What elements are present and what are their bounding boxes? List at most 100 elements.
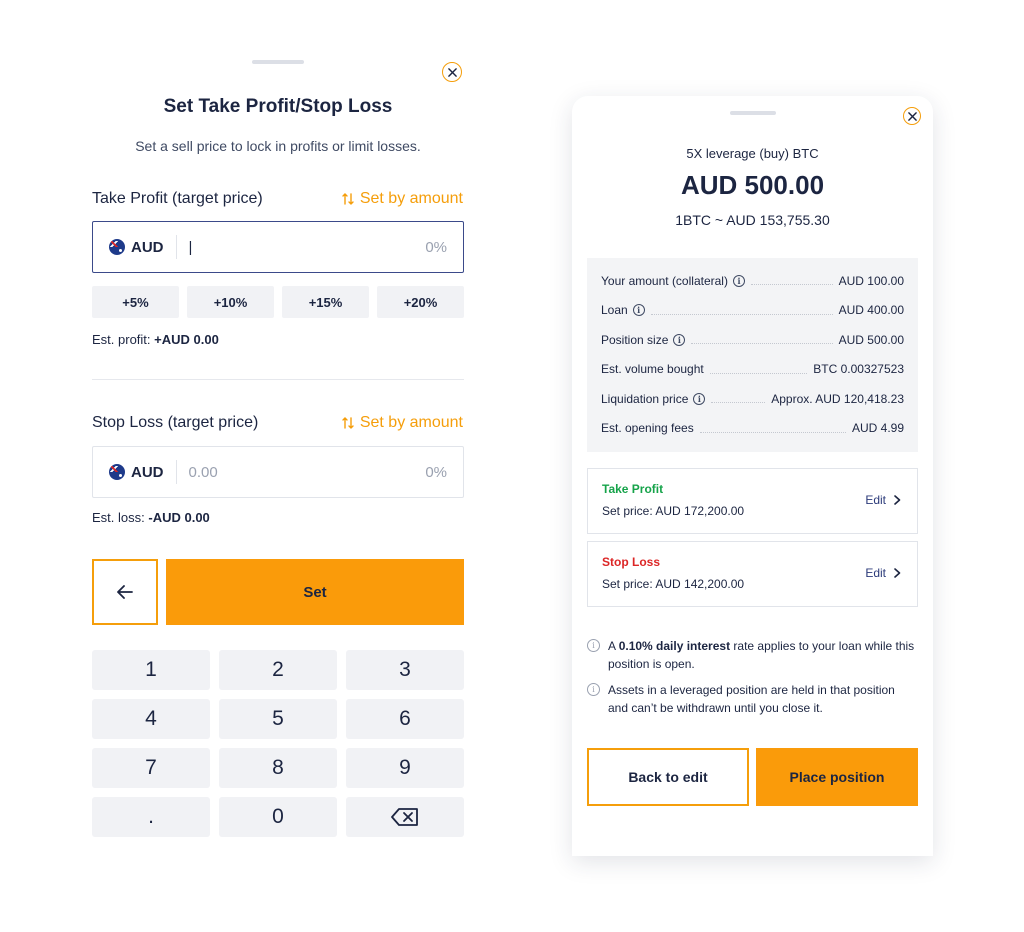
summary-value: Approx. AUD 120,418.23: [771, 391, 904, 406]
currency-selector: AUD: [109, 235, 177, 259]
take-profit-input[interactable]: AUD | 0%: [92, 221, 464, 273]
summary-value: AUD 100.00: [838, 273, 904, 288]
interest-note: i A 0.10% daily interest rate applies to…: [587, 637, 918, 673]
stop-loss-title: Stop Loss: [602, 555, 661, 569]
swap-icon: [342, 417, 354, 429]
summary-row: Your amount (collateral) i AUD 100.00: [601, 266, 904, 296]
est-profit: Est. profit: +AUD 0.00: [92, 332, 219, 347]
summary-value: AUD 500.00: [838, 332, 904, 347]
summary-label: Position size: [601, 332, 669, 347]
position-type: 5X leverage (buy) BTC: [686, 146, 819, 161]
edit-label: Edit: [865, 493, 886, 507]
chevron-right-icon: [894, 495, 901, 505]
arrow-left-icon: [117, 585, 133, 599]
key-7[interactable]: 7: [92, 748, 210, 788]
close-button[interactable]: [903, 107, 921, 125]
summary-label: Your amount (collateral): [601, 273, 728, 288]
est-loss-label: Est. loss:: [92, 510, 145, 525]
back-to-edit-button[interactable]: Back to edit: [587, 748, 749, 806]
info-icon[interactable]: i: [732, 274, 745, 287]
australia-flag-icon: [109, 239, 125, 255]
summary-row: Loan i AUD 400.00: [601, 296, 904, 326]
edit-stop-loss-button[interactable]: Edit: [865, 566, 901, 580]
set-button[interactable]: Set: [166, 559, 464, 625]
info-icon: i: [587, 683, 600, 696]
swap-icon: [342, 193, 354, 205]
key-5[interactable]: 5: [219, 699, 337, 739]
summary-label: Loan: [601, 303, 628, 318]
summary-label: Liquidation price: [601, 391, 689, 406]
chip-20-percent[interactable]: +20%: [377, 286, 464, 318]
key-decimal[interactable]: .: [92, 797, 210, 837]
section-divider: [92, 379, 464, 380]
key-3[interactable]: 3: [346, 650, 464, 690]
chip-10-percent[interactable]: +10%: [187, 286, 274, 318]
est-loss: Est. loss: -AUD 0.00: [92, 510, 210, 525]
withdraw-note: i Assets in a leveraged position are hel…: [587, 681, 918, 717]
close-icon: [447, 67, 457, 77]
take-profit-label: Take Profit (target price): [92, 190, 263, 207]
page-subtitle: Set a sell price to lock in profits or l…: [135, 138, 421, 154]
info-icon[interactable]: i: [632, 304, 645, 317]
chip-15-percent[interactable]: +15%: [282, 286, 369, 318]
take-profit-price: Set price: AUD 172,200.00: [602, 504, 745, 518]
stop-loss-value[interactable]: 0.00: [177, 464, 426, 481]
backspace-icon: [391, 808, 418, 826]
take-profit-value[interactable]: |: [177, 239, 426, 256]
stop-loss-card[interactable]: Stop Loss Set price: AUD 142,200.00 Edit: [587, 541, 918, 607]
stop-loss-input[interactable]: AUD 0.00 0%: [92, 446, 464, 498]
key-6[interactable]: 6: [346, 699, 464, 739]
key-backspace[interactable]: [346, 797, 464, 837]
summary-row: Est. opening fees AUD 4.99: [601, 414, 904, 444]
est-loss-value: -AUD 0.00: [148, 510, 210, 525]
key-2[interactable]: 2: [219, 650, 337, 690]
summary-row: Liquidation price i Approx. AUD 120,418.2…: [601, 384, 904, 414]
summary-value: BTC 0.00327523: [813, 362, 904, 377]
chip-5-percent[interactable]: +5%: [92, 286, 179, 318]
stop-loss-label: Stop Loss (target price): [92, 414, 259, 431]
summary-value: AUD 400.00: [838, 303, 904, 318]
summary-label: Est. opening fees: [601, 421, 694, 436]
stop-loss-percent: 0%: [425, 463, 447, 481]
back-button[interactable]: [92, 559, 158, 625]
page-title: Set Take Profit/Stop Loss: [163, 96, 393, 117]
take-profit-set-by-amount-link[interactable]: Set by amount: [342, 190, 463, 208]
take-profit-title: Take Profit: [602, 482, 664, 496]
exchange-rate: 1BTC ~ AUD 153,755.30: [675, 212, 830, 228]
position-summary: Your amount (collateral) i AUD 100.00 Loa…: [587, 258, 918, 452]
est-profit-label: Est. profit:: [92, 332, 151, 347]
edit-label: Edit: [865, 566, 886, 580]
australia-flag-icon: [109, 464, 125, 480]
summary-row: Est. volume bought BTC 0.00327523: [601, 355, 904, 385]
est-profit-value: +AUD 0.00: [154, 332, 219, 347]
close-button[interactable]: [442, 62, 462, 82]
currency-selector: AUD: [109, 460, 177, 484]
take-profit-card[interactable]: Take Profit Set price: AUD 172,200.00 Ed…: [587, 468, 918, 534]
set-by-amount-label: Set by amount: [359, 190, 463, 207]
drag-handle[interactable]: [730, 111, 776, 115]
chevron-right-icon: [894, 568, 901, 578]
close-icon: [907, 111, 917, 121]
interest-note-text: A 0.10% daily interest rate applies to y…: [608, 639, 915, 671]
percent-chips: +5% +10% +15% +20%: [92, 286, 464, 318]
currency-code: AUD: [131, 463, 164, 481]
confirm-position-sheet: 5X leverage (buy) BTC AUD 500.00 1BTC ~ …: [572, 96, 933, 856]
info-icon[interactable]: i: [673, 333, 686, 346]
summary-value: AUD 4.99: [851, 421, 904, 436]
key-4[interactable]: 4: [92, 699, 210, 739]
key-0[interactable]: 0: [219, 797, 337, 837]
drag-handle[interactable]: [252, 60, 304, 64]
numeric-keypad: 1 2 3 4 5 6 7 8 9 . 0: [92, 650, 464, 837]
place-position-button[interactable]: Place position: [756, 748, 918, 806]
key-9[interactable]: 9: [346, 748, 464, 788]
key-8[interactable]: 8: [219, 748, 337, 788]
position-amount: AUD 500.00: [680, 170, 825, 200]
take-profit-percent: 0%: [425, 238, 447, 256]
summary-row: Position size i AUD 500.00: [601, 325, 904, 355]
stop-loss-set-by-amount-link[interactable]: Set by amount: [342, 414, 463, 432]
stop-loss-price: Set price: AUD 142,200.00: [602, 577, 745, 591]
currency-code: AUD: [131, 238, 164, 256]
edit-take-profit-button[interactable]: Edit: [865, 493, 901, 507]
info-icon[interactable]: i: [693, 392, 706, 405]
key-1[interactable]: 1: [92, 650, 210, 690]
